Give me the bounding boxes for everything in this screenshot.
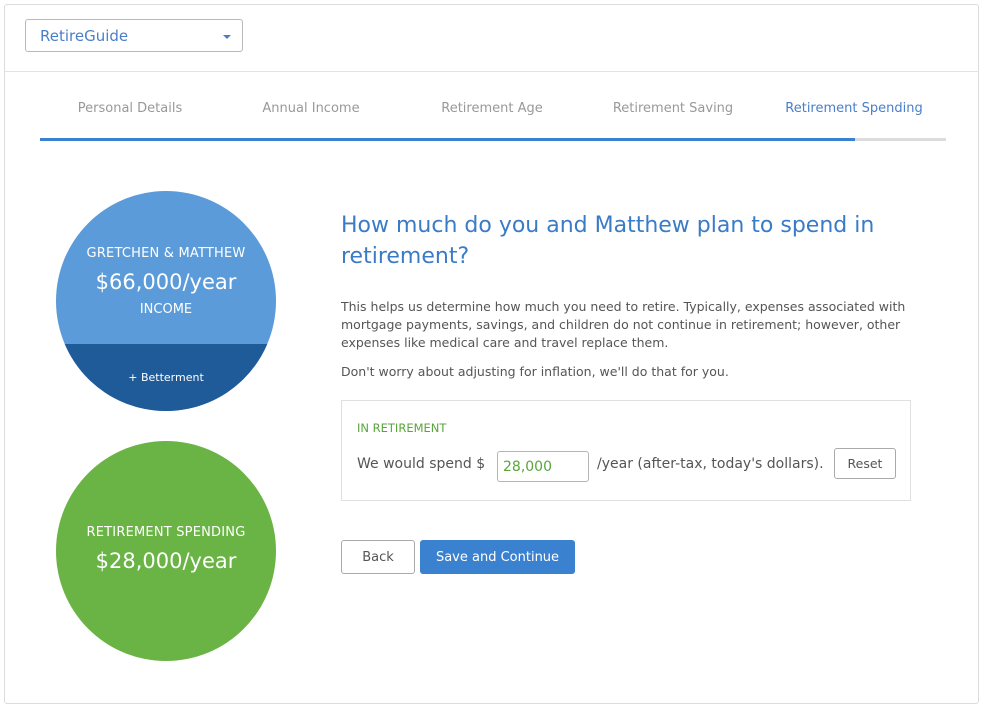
income-circle-title: GRETCHEN & MATTHEW — [86, 246, 246, 261]
step-nav: Personal Details Annual Income Retiremen… — [40, 71, 946, 143]
step-retirement-spending[interactable]: Retirement Spending — [785, 101, 922, 116]
caret-down-icon — [223, 35, 231, 39]
app-selector-label: RetireGuide — [40, 27, 129, 45]
step-personal-details[interactable]: Personal Details — [78, 101, 182, 116]
spend-prefix: We would spend $ — [357, 456, 486, 472]
app-selector-dropdown[interactable]: RetireGuide — [25, 19, 243, 52]
spending-circle-title: RETIREMENT SPENDING — [86, 525, 246, 540]
reset-button[interactable]: Reset — [834, 448, 896, 479]
step-annual-income[interactable]: Annual Income — [262, 101, 359, 116]
income-circle-subtitle: INCOME — [139, 302, 193, 317]
spending-circle: RETIREMENT SPENDING $28,000/year — [56, 441, 276, 661]
income-circle-amount: $66,000/year — [95, 270, 237, 294]
description-text: This helps us determine how much you nee… — [341, 299, 906, 350]
top-bar: RetireGuide — [5, 5, 978, 72]
income-circle: GRETCHEN & MATTHEW $66,000/year INCOME +… — [56, 191, 276, 411]
progress-bar — [40, 138, 946, 141]
spending-panel: IN RETIREMENT We would spend $ /year (af… — [341, 400, 911, 501]
step-retirement-saving[interactable]: Retirement Saving — [613, 101, 733, 116]
spending-amount-input[interactable] — [497, 451, 589, 482]
inflation-note: Don't worry about adjusting for inflatio… — [341, 364, 729, 379]
back-button[interactable]: Back — [341, 540, 415, 574]
save-and-continue-button[interactable]: Save and Continue — [420, 540, 575, 574]
step-retirement-age[interactable]: Retirement Age — [441, 101, 543, 116]
spend-suffix: /year (after-tax, today's dollars). — [597, 456, 824, 472]
page-title: How much do you and Matthew plan to spen… — [341, 213, 875, 269]
betterment-label: + Betterment — [128, 371, 204, 384]
panel-label: IN RETIREMENT — [357, 421, 447, 435]
progress-bar-fill — [40, 138, 856, 141]
spending-circle-amount: $28,000/year — [95, 549, 237, 573]
